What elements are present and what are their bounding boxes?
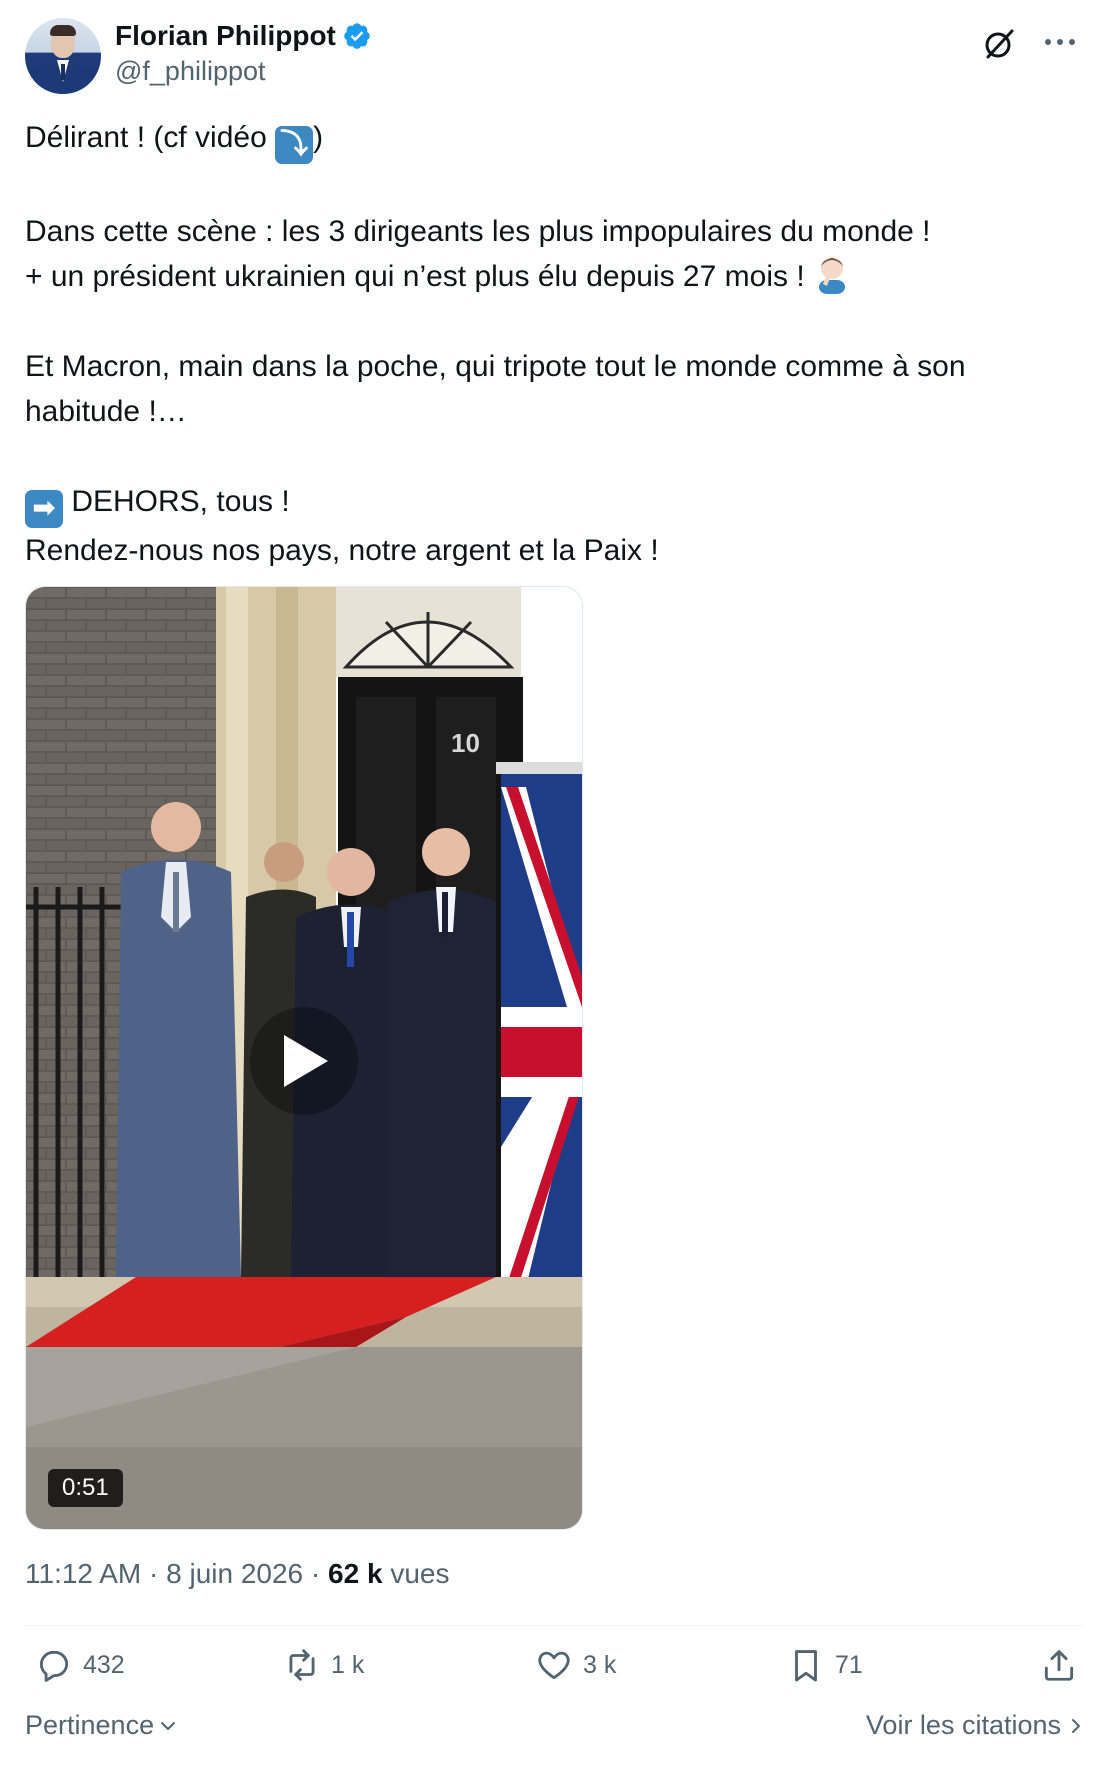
tweet-meta: 11:12 AM · 8 juin 2026 · 62 k vues: [25, 1558, 450, 1589]
reply-icon: [39, 1650, 69, 1682]
heart-icon: [538, 1651, 570, 1680]
repost-count: 1 k: [331, 1650, 365, 1679]
facepalm-emoji-icon: [818, 257, 845, 294]
tweet-line-1a: Délirant ! (cf vidéo: [25, 121, 276, 154]
views-label: vues: [390, 1558, 450, 1589]
more-options-icon[interactable]: [1043, 30, 1077, 54]
play-icon: [284, 1035, 328, 1087]
divider: [25, 1625, 1085, 1626]
reply-count: 432: [83, 1650, 125, 1679]
share-button[interactable]: [1040, 1646, 1078, 1684]
like-button[interactable]: 3 k: [535, 1646, 616, 1684]
chevron-down-icon: [161, 1721, 176, 1730]
action-bar: 432 1 k 3 k 71: [25, 1646, 1085, 1696]
tweet-date[interactable]: 8 juin 2026: [166, 1558, 303, 1589]
bookmark-count: 71: [835, 1650, 863, 1679]
arrow-right-emoji-icon: ➡: [25, 490, 63, 528]
view-quotes-link[interactable]: Voir les citations: [866, 1710, 1085, 1741]
tweet-line-5: DEHORS, tous !: [63, 485, 290, 518]
play-button[interactable]: [250, 1007, 358, 1115]
repost-button[interactable]: 1 k: [283, 1646, 364, 1684]
tweet-time[interactable]: 11:12 AM: [25, 1558, 141, 1589]
grok-icon[interactable]: [981, 26, 1017, 62]
avatar[interactable]: [25, 18, 101, 94]
author-name[interactable]: Florian Philippot: [115, 20, 336, 52]
tweet-line-1b: ): [313, 121, 324, 154]
like-count: 3 k: [583, 1650, 617, 1679]
tweet-line-6: Rendez-nous nos pays, notre argent et la…: [25, 534, 659, 567]
tweet-line-3: + un président ukrainien qui n’est plus …: [25, 260, 813, 293]
reply-footer: Pertinence Voir les citations: [25, 1710, 1085, 1750]
bookmark-icon: [795, 1650, 817, 1682]
quotes-label: Voir les citations: [865, 1710, 1061, 1740]
views-count: 62 k: [328, 1558, 383, 1589]
tweet-line-4: Et Macron, main dans la poche, qui tripo…: [25, 350, 966, 428]
sort-label: Pertinence: [25, 1710, 155, 1740]
video-duration: 0:51: [48, 1469, 123, 1507]
author-handle[interactable]: @f_philippot: [115, 56, 266, 87]
arrow-down-right-emoji-icon: ⤵: [275, 126, 314, 164]
bookmark-button[interactable]: 71: [787, 1646, 863, 1684]
chevron-right-icon: [1072, 1718, 1080, 1733]
tweet-line-2: Dans cette scène : les 3 dirigeants les …: [25, 215, 931, 248]
share-icon: [1044, 1650, 1074, 1681]
reply-button[interactable]: 432: [35, 1646, 125, 1684]
video-player[interactable]: 10 0:51: [25, 586, 583, 1530]
door-number: 10: [451, 728, 480, 758]
repost-icon: [289, 1649, 315, 1681]
sort-dropdown[interactable]: Pertinence: [25, 1710, 178, 1741]
author-name-row[interactable]: Florian Philippot: [115, 20, 372, 52]
tweet-header: Florian Philippot @f_philippot: [25, 18, 1085, 98]
tweet-text: Délirant ! (cf vidéo ⤵) Dans cette scène…: [25, 115, 1075, 573]
verified-badge-icon: [344, 23, 370, 49]
